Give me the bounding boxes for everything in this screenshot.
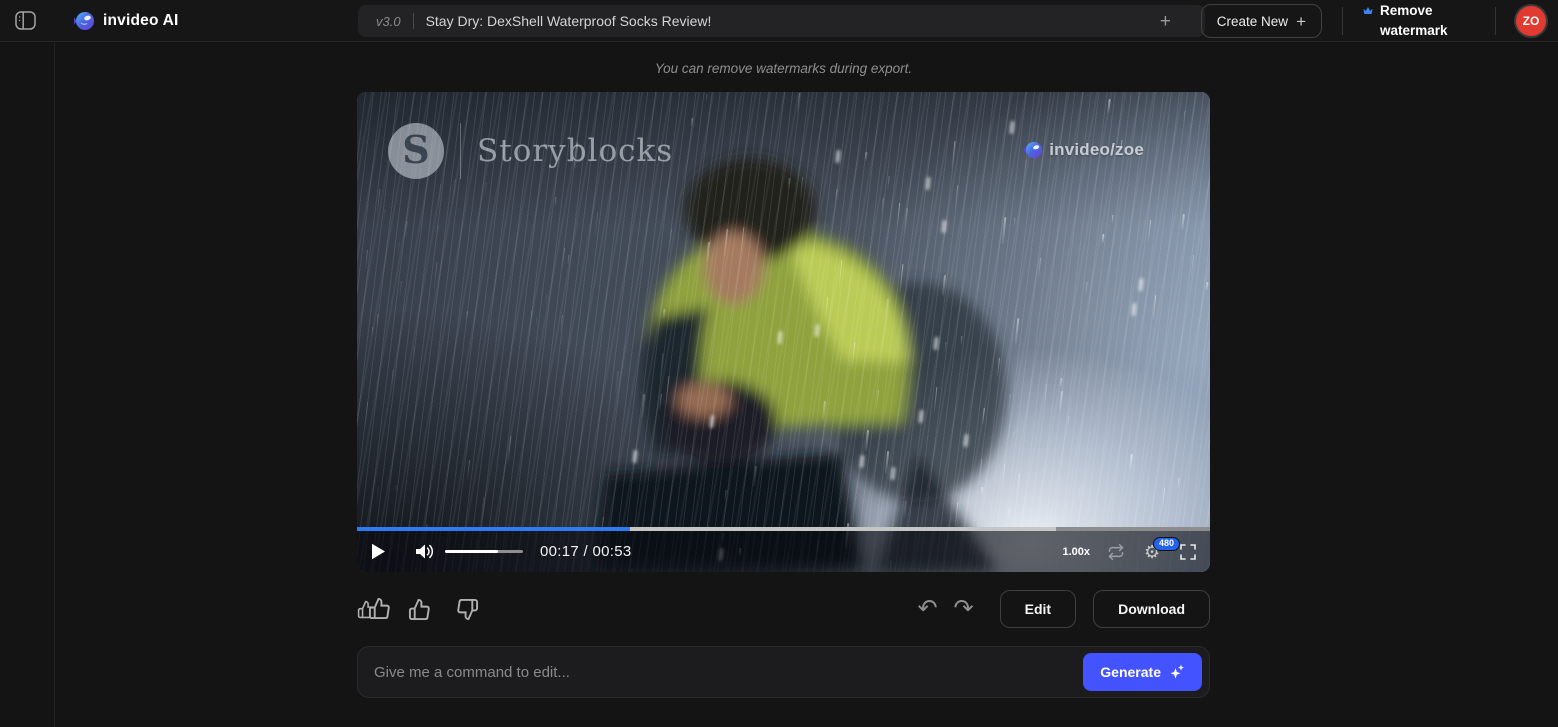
- top-bar: invideo AI v3.0 Stay Dry: DexShell Water…: [0, 0, 1558, 42]
- undo-icon[interactable]: ↶: [909, 597, 945, 621]
- loop-icon[interactable]: [1107, 543, 1125, 560]
- controls-row: 00:17 / 00:53 1.00x ⚙ 480: [357, 531, 1210, 572]
- invideo-logo-icon: [74, 11, 94, 30]
- invideo-watermark: invideo/zoe: [1023, 140, 1144, 160]
- storyblocks-watermark-text: Storyblocks: [460, 123, 673, 179]
- download-button[interactable]: Download: [1093, 590, 1210, 628]
- storyblocks-watermark: S Storyblocks: [388, 123, 673, 179]
- left-rail: [0, 43, 55, 727]
- quality-settings-button[interactable]: ⚙ 480: [1144, 536, 1181, 563]
- brand-name: invideo AI: [103, 11, 179, 29]
- user-avatar[interactable]: ZO: [1516, 6, 1546, 36]
- video-controls: 00:17 / 00:53 1.00x ⚙ 480: [357, 527, 1210, 572]
- time-display: 00:17 / 00:53: [540, 543, 632, 560]
- double-thumbs-up-button[interactable]: [357, 596, 393, 622]
- brand[interactable]: invideo AI: [73, 10, 179, 32]
- remove-watermark-button[interactable]: Remove watermark: [1363, 1, 1475, 40]
- thumbs-down-button[interactable]: [456, 598, 479, 621]
- crown-icon: [1363, 7, 1373, 15]
- header-divider: [1342, 7, 1343, 35]
- volume-icon: [416, 544, 434, 559]
- command-input[interactable]: [374, 663, 1084, 681]
- video-surface[interactable]: S Storyblocks invideo/zoe: [357, 92, 1210, 572]
- volume-slider[interactable]: [445, 550, 523, 553]
- volume-control[interactable]: [415, 543, 523, 560]
- command-bar: Generate: [357, 646, 1210, 698]
- plus-icon: +: [1296, 11, 1306, 31]
- sparkle-icon: [1170, 664, 1184, 679]
- create-new-label: Create New: [1216, 13, 1289, 29]
- header-right: Create New + Remove watermark ZO: [1200, 0, 1558, 42]
- play-button[interactable]: [371, 541, 393, 563]
- invideo-logo-icon: [1024, 141, 1043, 159]
- action-row: ↶ ↷ Edit Download: [357, 589, 1210, 629]
- volume-fill: [445, 550, 499, 553]
- sidebar-toggle-icon[interactable]: [11, 8, 39, 34]
- playback-speed-button[interactable]: 1.00x: [1062, 546, 1090, 558]
- add-project-icon[interactable]: +: [1160, 12, 1171, 31]
- storyblocks-logo-icon: S: [388, 123, 444, 179]
- redo-icon[interactable]: ↷: [946, 597, 982, 621]
- generate-button[interactable]: Generate: [1083, 653, 1202, 691]
- quality-badge: 480: [1153, 536, 1181, 552]
- edit-button[interactable]: Edit: [999, 590, 1077, 628]
- generate-label: Generate: [1100, 664, 1161, 680]
- remove-watermark-label: Remove watermark: [1379, 3, 1448, 38]
- create-new-button[interactable]: Create New +: [1200, 4, 1322, 38]
- watermark-notice: You can remove watermarks during export.: [654, 61, 913, 76]
- invideo-watermark-text: invideo/zoe: [1049, 140, 1144, 159]
- fullscreen-icon[interactable]: [1180, 543, 1196, 560]
- thumbs-up-button[interactable]: [408, 598, 431, 621]
- title-divider: [412, 13, 414, 29]
- video-player: S Storyblocks invideo/zoe 00:17 / 00:53 …: [357, 92, 1210, 572]
- project-title: Stay Dry: DexShell Waterproof Socks Revi…: [425, 13, 712, 29]
- version-label: v3.0: [376, 13, 401, 29]
- header-divider: [1495, 7, 1496, 35]
- project-title-bar[interactable]: v3.0 Stay Dry: DexShell Waterproof Socks…: [358, 5, 1205, 37]
